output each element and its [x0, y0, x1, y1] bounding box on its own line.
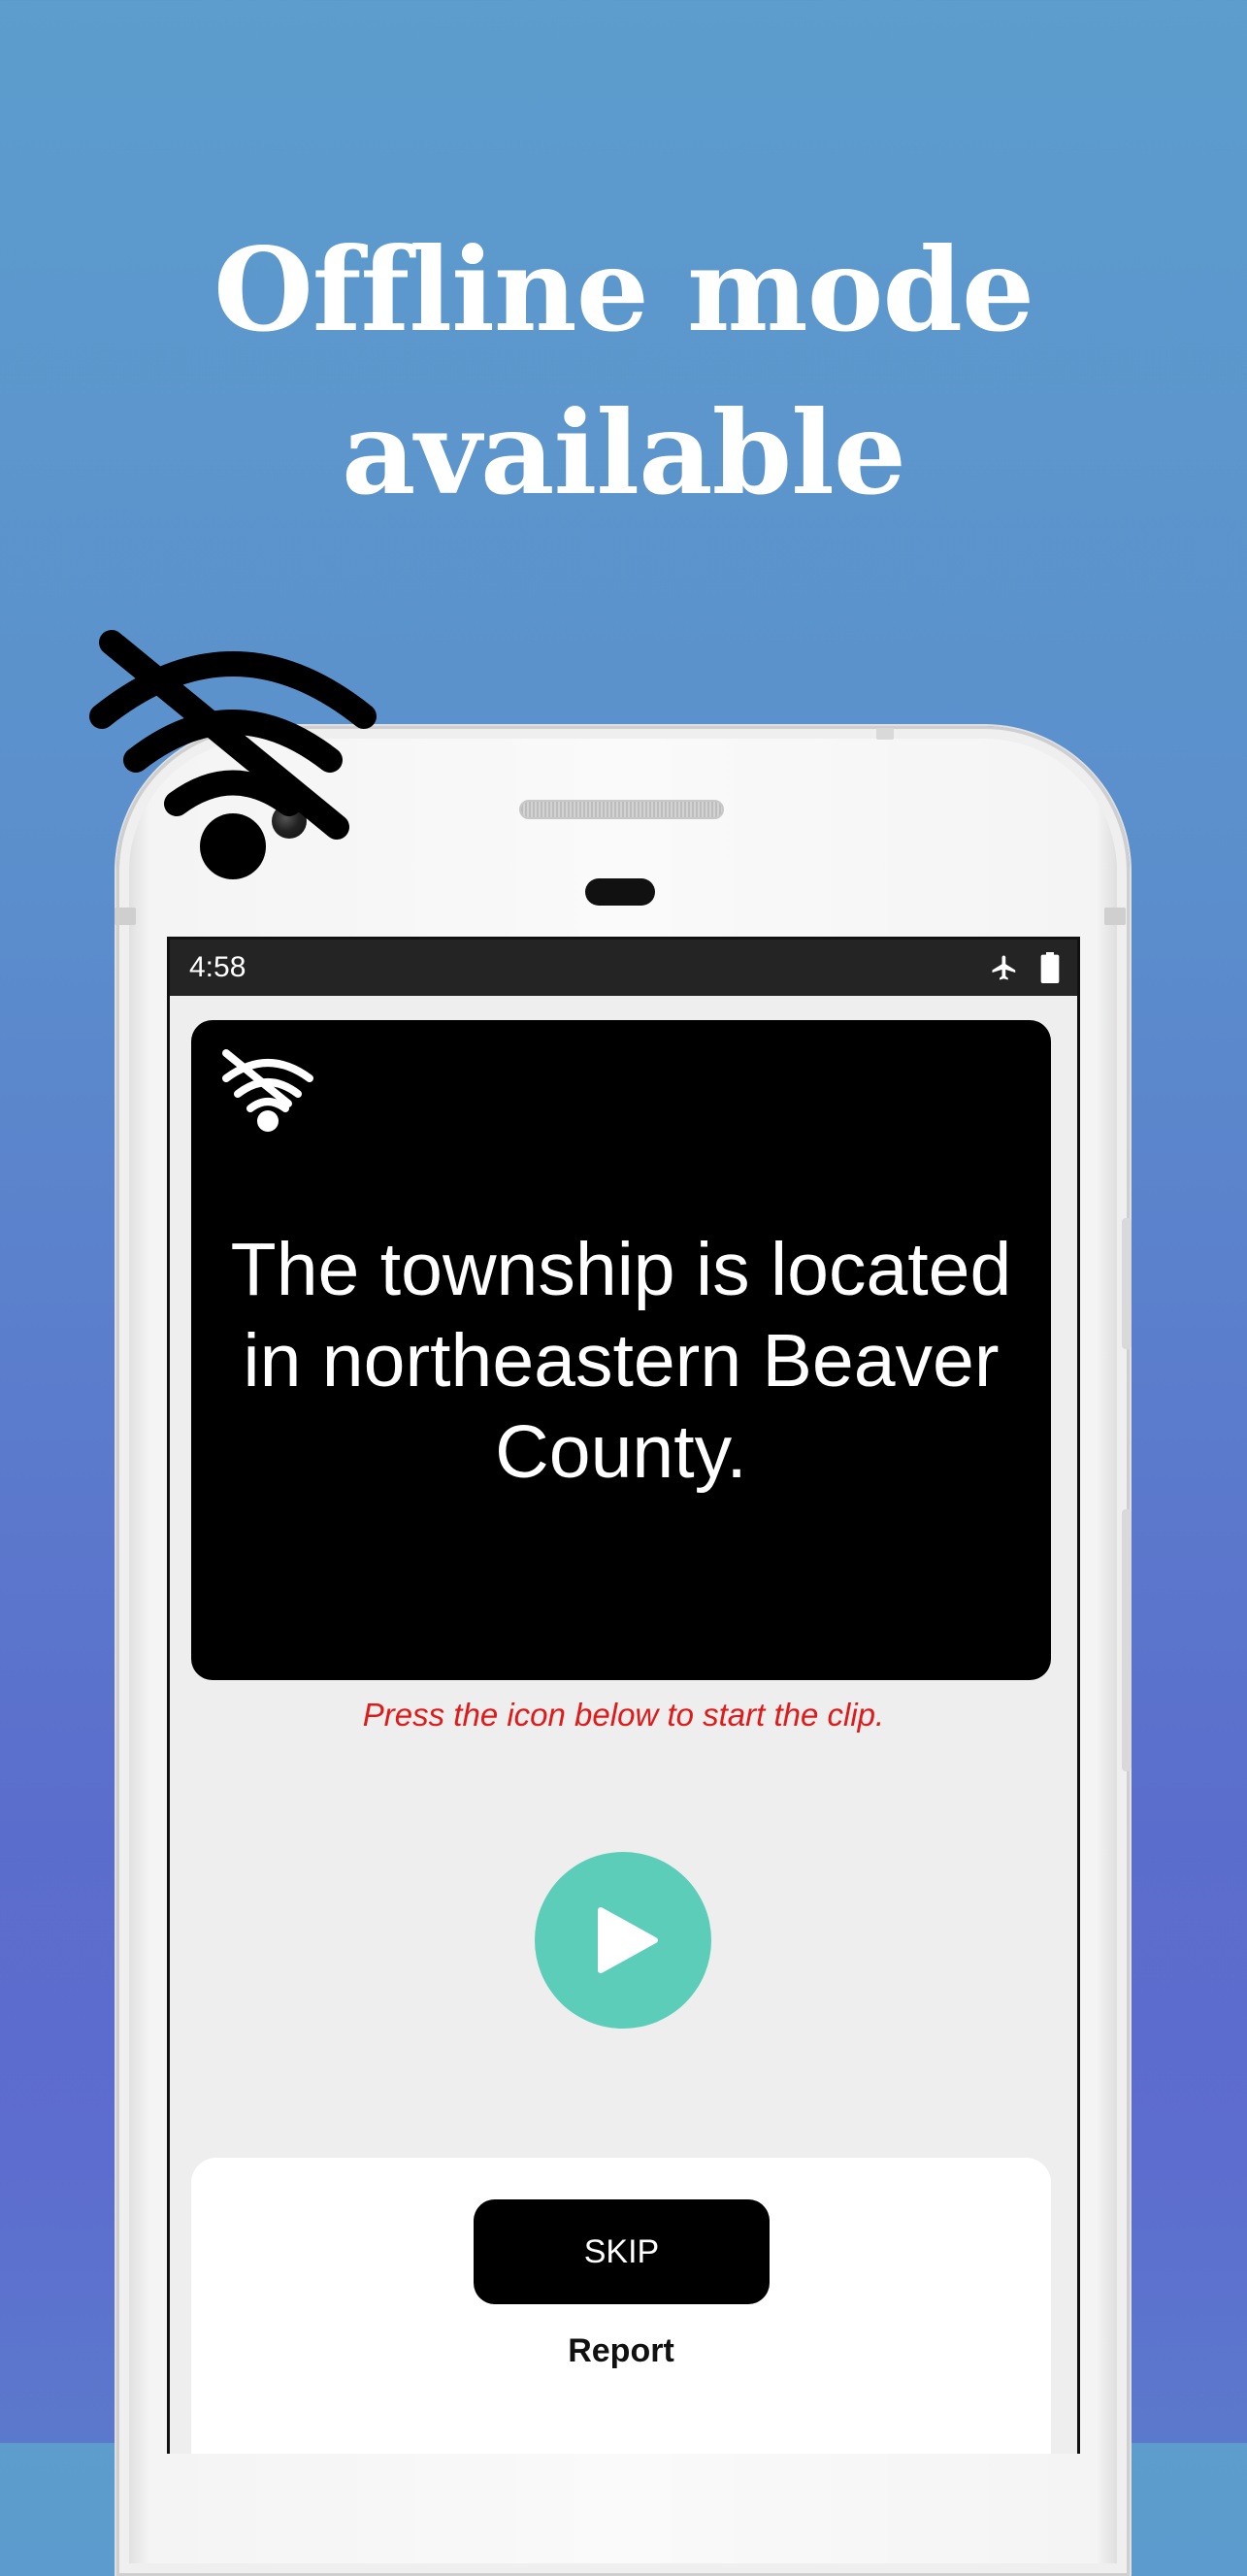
- promo-headline: Offline mode available: [0, 209, 1247, 535]
- action-panel: SKIP Report: [191, 2158, 1051, 2454]
- report-link[interactable]: Report: [191, 2332, 1051, 2370]
- wifi-off-icon: [89, 630, 377, 879]
- instruction-hint: Press the icon below to start the clip.: [362, 1697, 885, 1733]
- battery-icon: [1040, 952, 1060, 983]
- status-icons: [990, 952, 1060, 983]
- phone-volume-button: [1122, 1218, 1132, 1349]
- headline-line-2: available: [342, 385, 906, 520]
- skip-button[interactable]: SKIP: [474, 2199, 770, 2304]
- phone-antenna-line-left: [115, 908, 136, 925]
- status-time: 4:58: [189, 951, 246, 983]
- play-clip-button[interactable]: [535, 1852, 711, 2029]
- phone-antenna-line-right: [1104, 908, 1126, 925]
- wifi-off-icon: [222, 1049, 313, 1132]
- phone-screen: 4:58 The township is located in northeas…: [167, 937, 1080, 2454]
- play-icon: [598, 1907, 658, 1973]
- phone-speaker: [519, 800, 724, 819]
- sentence-text: The township is located in northeastern …: [230, 1228, 1012, 1494]
- phone-sensor: [585, 878, 655, 906]
- headline-line-1: Offline mode: [213, 222, 1034, 357]
- status-bar: 4:58: [170, 940, 1077, 996]
- phone-top-notch: [876, 728, 894, 740]
- phone-power-button: [1122, 1509, 1132, 1771]
- sentence-card: The township is located in northeastern …: [191, 1020, 1051, 1680]
- airplane-icon: [992, 955, 1016, 980]
